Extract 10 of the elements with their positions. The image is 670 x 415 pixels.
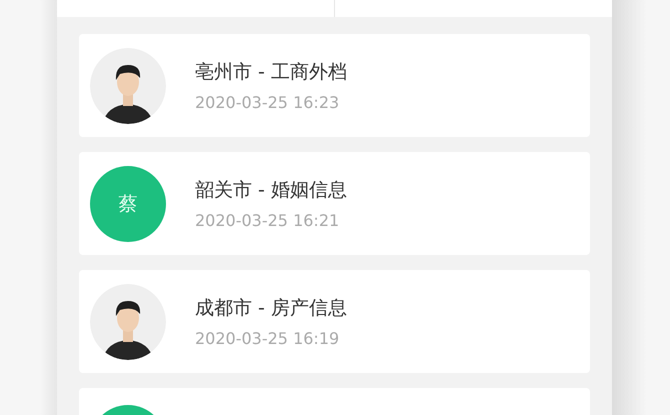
record-title: 亳州市 - 工商外档 (195, 60, 347, 85)
record-time: 2020-03-25 16:21 (195, 211, 340, 230)
record-card[interactable]: 亳州市 - 工商外档 2020-03-25 16:23 (79, 34, 590, 137)
record-title: 韶关市 - 婚姻信息 (195, 178, 347, 203)
record-card[interactable]: 蔡 韶关市 - 婚姻信息 2020-03-25 16:21 (79, 152, 590, 255)
record-title: 成都市 - 房产信息 (195, 296, 347, 321)
record-time: 2020-03-25 16:19 (195, 329, 340, 348)
avatar-initial: 蔡 (90, 166, 166, 242)
record-card[interactable]: 成都市 - 房产信息 2020-03-25 16:19 (79, 270, 590, 373)
record-time: 2020-03-25 16:23 (195, 93, 340, 112)
